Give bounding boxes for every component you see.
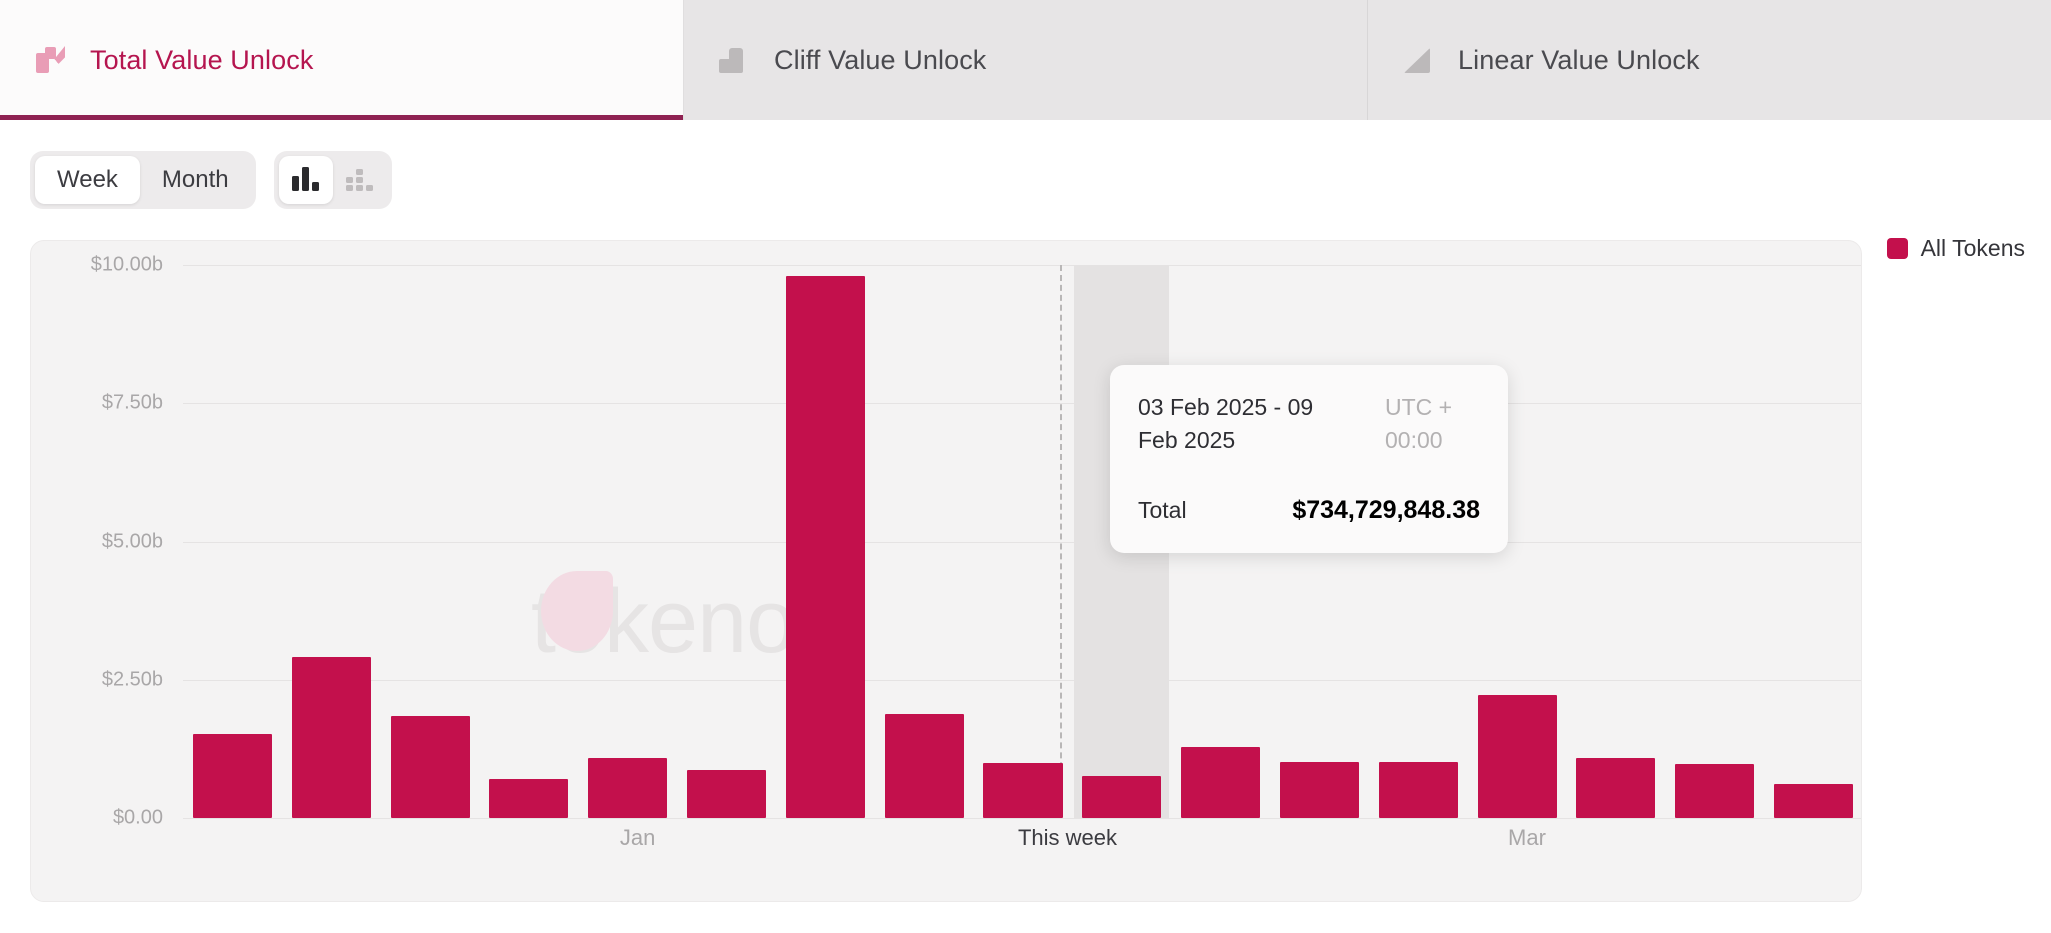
x-axis-tick-label: Mar <box>1508 825 1546 850</box>
chart-bar[interactable] <box>1181 746 1261 818</box>
bar-series <box>183 265 1861 818</box>
tooltip-total-label: Total <box>1138 496 1187 523</box>
chart-bar[interactable] <box>588 758 668 818</box>
legend-label: All Tokens <box>1920 235 2025 261</box>
tab-label: Linear Value Unlock <box>1458 44 1700 75</box>
x-axis-tick-label: This week <box>1017 825 1117 850</box>
tooltip-total-value: $734,729,848.38 <box>1292 495 1480 524</box>
chart-bar[interactable] <box>1576 757 1656 818</box>
stacked-bar-chart-icon <box>346 167 374 191</box>
chart-bar[interactable] <box>489 779 569 818</box>
chart-type-toggle-group <box>273 151 392 209</box>
tab-total-value-unlock[interactable]: Total Value Unlock <box>0 0 684 120</box>
tooltip-date-range: 03 Feb 2025 - 09 Feb 2025 <box>1138 394 1314 454</box>
plot-area: $10.00b $7.50b $5.00b $2.50b $0.00 Jan This w… <box>91 254 1861 901</box>
chart-bar[interactable] <box>1378 761 1458 818</box>
tab-label: Total Value Unlock <box>90 44 314 75</box>
tab-linear-value-unlock[interactable]: Linear Value Unlock <box>1368 0 2051 120</box>
stacked-bar-chart-button[interactable] <box>333 156 387 204</box>
chart-bar[interactable] <box>983 762 1063 818</box>
gridline <box>183 818 1861 819</box>
y-axis-tick-label: $10.00b <box>90 253 163 276</box>
bar-chart-button[interactable] <box>278 156 333 204</box>
chart-bar[interactable] <box>1675 763 1755 818</box>
tab-label: Cliff Value Unlock <box>774 44 987 75</box>
period-toggle-group: Week Month <box>30 151 256 209</box>
chart-tooltip: 03 Feb 2025 - 09 Feb 2025 UTC + 00:00 To… <box>1110 365 1508 553</box>
x-axis-tick-label: Jan <box>619 825 656 850</box>
this-week-marker-line <box>1060 265 1063 818</box>
total-value-icon <box>34 45 65 75</box>
y-axis-tick-label: $5.00b <box>101 530 163 552</box>
chart-panel: tokeno $10.00b $7.50b $5.00b $2.50b $0.00 Ja… <box>30 240 1862 902</box>
x-axis-labels: Jan This week Mar <box>183 825 1861 865</box>
y-axis-tick-label: $2.50b <box>101 668 163 691</box>
chart-bar[interactable] <box>1279 762 1359 818</box>
y-axis-tick-label: $0.00 <box>112 806 163 829</box>
linear-value-icon <box>1402 45 1432 75</box>
cliff-value-icon <box>718 45 748 75</box>
chart-bar[interactable] <box>1774 783 1854 818</box>
y-axis-tick-label: $7.50b <box>101 391 163 414</box>
tooltip-timezone: UTC + 00:00 <box>1385 394 1453 454</box>
chart-toolbar: Week Month <box>0 120 2051 210</box>
chart-legend[interactable]: All Tokens <box>1886 235 2025 262</box>
chart-bar[interactable] <box>192 733 272 818</box>
chart-bar[interactable] <box>1082 775 1162 818</box>
bar-chart-icon <box>292 167 320 191</box>
chart-bar[interactable] <box>390 716 470 818</box>
legend-color-swatch <box>1886 238 1908 259</box>
chart-bar[interactable] <box>291 656 371 818</box>
chart-bar[interactable] <box>1477 695 1557 818</box>
chart-bar[interactable] <box>785 276 865 818</box>
chart-bar[interactable] <box>687 769 767 818</box>
tab-cliff-value-unlock[interactable]: Cliff Value Unlock <box>684 0 1368 120</box>
period-week-button[interactable]: Week <box>35 156 140 204</box>
tab-bar: Total Value Unlock Cliff Value Unlock Li… <box>0 0 2051 120</box>
period-month-button[interactable]: Month <box>140 156 251 204</box>
chart-bar[interactable] <box>884 714 964 818</box>
